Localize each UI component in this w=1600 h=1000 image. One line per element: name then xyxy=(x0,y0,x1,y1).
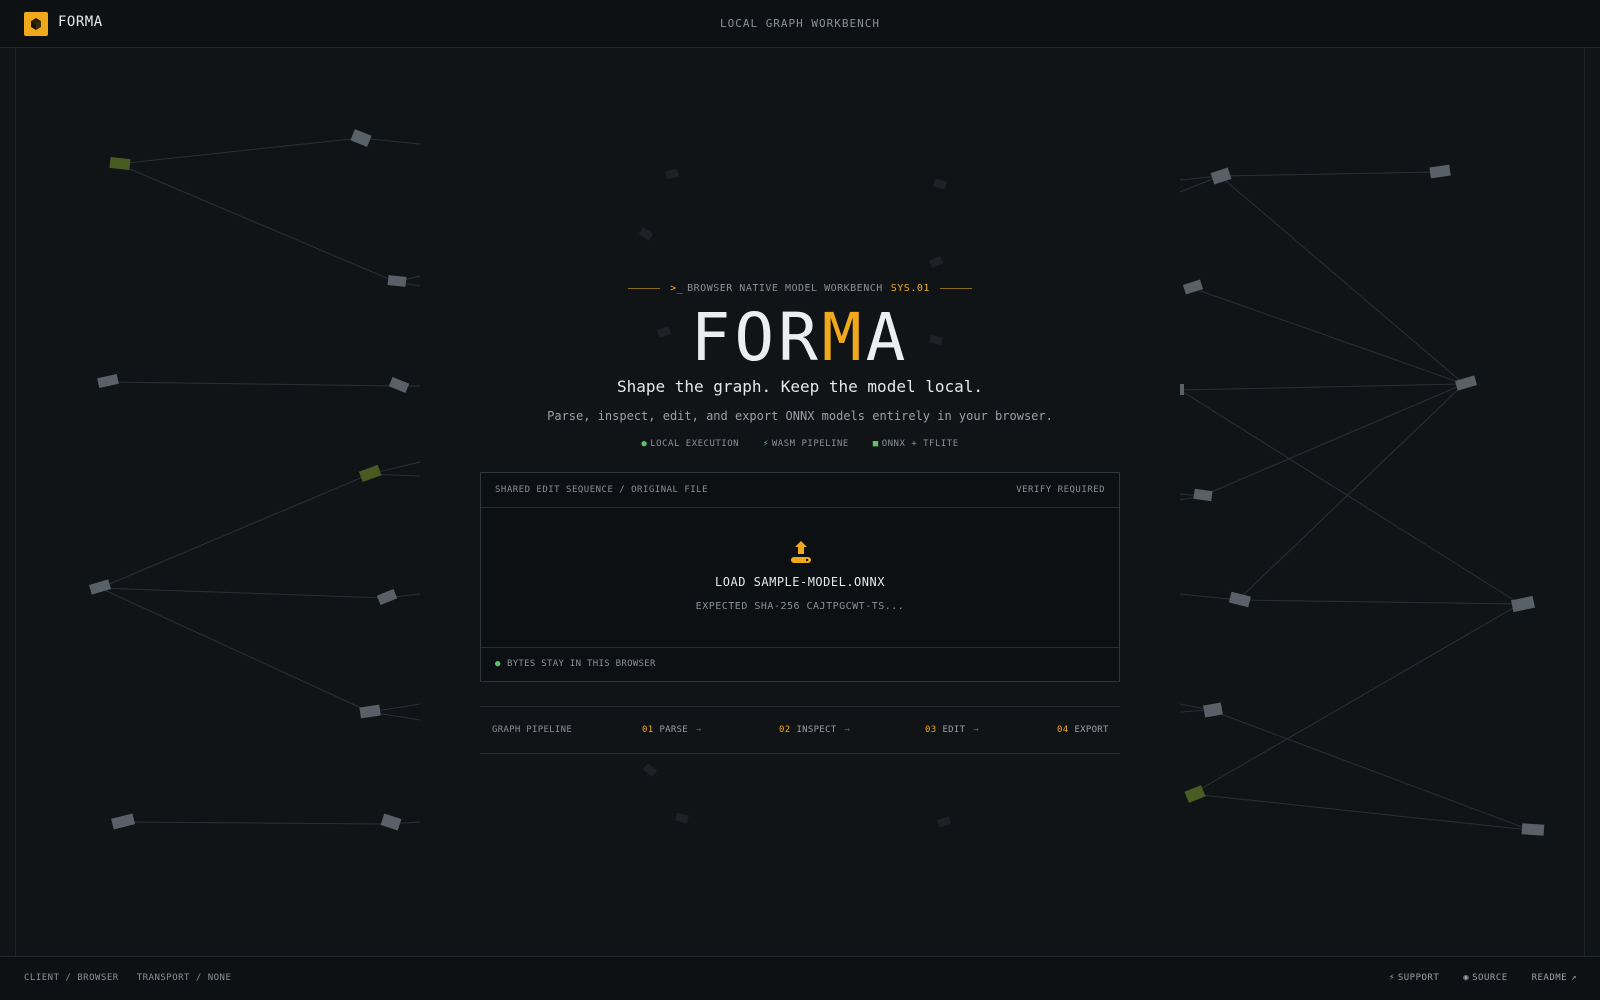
badge-label: ONNX + TFLITE xyxy=(881,439,959,449)
eyebrow-code: SYS.01 xyxy=(890,283,930,294)
hero-title: FORMA xyxy=(0,300,1600,376)
step-label: INSPECT xyxy=(796,725,837,735)
link-label: SOURCE xyxy=(1472,973,1508,983)
client-status: CLIENT / BROWSER xyxy=(24,973,119,983)
footer: CLIENT / BROWSER TRANSPORT / NONE ⚡ SUPPOR… xyxy=(0,956,1600,1000)
expected-hash: EXPECTED SHA-256 CAJTPGCWT-TS... xyxy=(695,601,905,612)
pipeline-step-export[interactable]: 04 EXPORT xyxy=(1057,725,1109,735)
bolt-icon: ⚡ xyxy=(762,439,769,449)
source-link[interactable]: ◉ SOURCE xyxy=(1463,973,1507,983)
eyebrow-rule-left xyxy=(628,287,661,289)
badge-label: LOCAL EXECUTION xyxy=(650,439,740,449)
badge-local-execution: ● LOCAL EXECUTION xyxy=(641,439,739,449)
badge-label: WASM PIPELINE xyxy=(771,439,849,449)
bolt-icon: ⚡ xyxy=(1388,973,1395,983)
link-label: README xyxy=(1531,973,1568,983)
pipeline-step-parse[interactable]: 01 PARSE → xyxy=(642,725,702,735)
github-icon: ◉ xyxy=(1463,973,1470,983)
lock-icon: ● xyxy=(641,439,648,449)
arrow-right-icon: → xyxy=(696,725,702,735)
step-label: EDIT xyxy=(942,725,966,735)
support-link[interactable]: ⚡ SUPPORT xyxy=(1389,973,1439,983)
step-number: 04 xyxy=(1057,725,1069,735)
badge-onnx-tflite: ■ ONNX + TFLITE xyxy=(873,439,959,449)
cube-icon: ■ xyxy=(872,439,879,449)
top-bar: FORMA LOCAL GRAPH WORKBENCH xyxy=(0,0,1600,48)
verify-status: VERIFY REQUIRED xyxy=(1016,485,1105,495)
pipeline-label: GRAPH PIPELINE xyxy=(492,725,573,735)
step-number: 01 xyxy=(642,725,654,735)
step-label: PARSE xyxy=(659,725,689,735)
step-label: EXPORT xyxy=(1074,725,1109,735)
badge-wasm-pipeline: ⚡ WASM PIPELINE xyxy=(763,439,849,449)
card-footer: ● BYTES STAY IN THIS BROWSER xyxy=(481,647,1119,681)
upload-icon[interactable] xyxy=(789,539,813,565)
lock-icon: ● xyxy=(495,659,501,669)
eyebrow-label: BROWSER NATIVE MODEL WORKBENCH xyxy=(687,283,883,294)
pipeline-step-inspect[interactable]: 02 INSPECT → xyxy=(779,725,850,735)
terminal-icon: >_ xyxy=(670,283,684,294)
external-link-icon: ↗ xyxy=(1571,973,1577,983)
arrow-right-icon: → xyxy=(844,725,851,735)
feature-badges: ● LOCAL EXECUTION ⚡ WASM PIPELINE ■ ONNX + … xyxy=(0,439,1600,449)
card-header: SHARED EDIT SEQUENCE / ORIGINAL FILE VER… xyxy=(481,473,1119,508)
step-number: 03 xyxy=(925,725,937,735)
hero-title-part2: A xyxy=(865,299,910,376)
card-header-title: SHARED EDIT SEQUENCE / ORIGINAL FILE xyxy=(495,485,709,495)
graph-pipeline: GRAPH PIPELINE 01 PARSE → 02 INSPECT → 03 EDI… xyxy=(480,706,1120,754)
load-model-card: SHARED EDIT SEQUENCE / ORIGINAL FILE VER… xyxy=(480,472,1120,682)
link-label: SUPPORT xyxy=(1397,973,1440,983)
footer-status: CLIENT / BROWSER TRANSPORT / NONE xyxy=(24,973,249,983)
step-number: 02 xyxy=(779,725,791,735)
arrow-right-icon: → xyxy=(973,725,980,735)
workbench-subtitle: LOCAL GRAPH WORKBENCH xyxy=(719,17,881,30)
tagline: Shape the graph. Keep the model local. xyxy=(616,377,984,396)
privacy-note: BYTES STAY IN THIS BROWSER xyxy=(507,659,656,669)
pipeline-step-edit[interactable]: 03 EDIT → xyxy=(925,725,979,735)
hero-title-accent: M xyxy=(821,299,866,376)
load-sample-button[interactable]: LOAD SAMPLE-MODEL.ONNX xyxy=(481,575,1119,589)
footer-links: ⚡ SUPPORT ◉ SOURCE README ↗ xyxy=(1371,973,1580,983)
eyebrow-rule-right xyxy=(939,287,972,289)
readme-link[interactable]: README ↗ xyxy=(1532,973,1580,983)
eyebrow: >_ BROWSER NATIVE MODEL WORKBENCH SYS.01 xyxy=(0,283,1600,297)
hero-title-part1: FOR xyxy=(690,299,822,376)
transport-status: TRANSPORT / NONE xyxy=(136,973,232,983)
description: Parse, inspect, edit, and export ONNX mo… xyxy=(547,409,1053,423)
